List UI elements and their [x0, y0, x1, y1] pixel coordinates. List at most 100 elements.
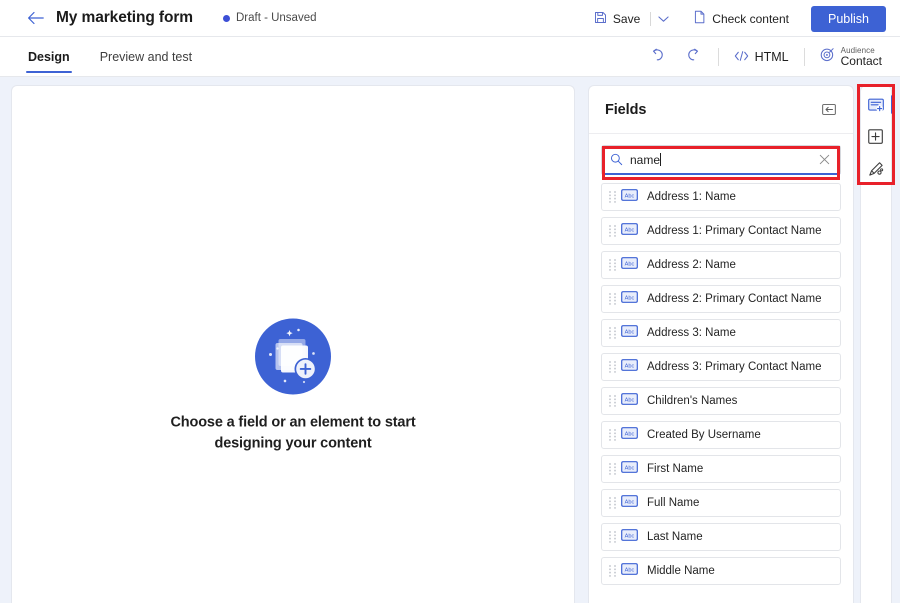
rail-button-fields[interactable] — [863, 92, 894, 118]
abc-text-field-icon: Abc — [621, 528, 638, 546]
drag-handle-icon[interactable] — [608, 292, 617, 306]
abc-text-field-icon: Abc — [621, 188, 638, 206]
style-brush-icon — [868, 161, 884, 177]
drag-handle-icon[interactable] — [608, 564, 617, 578]
field-label: Full Name — [647, 497, 700, 509]
svg-text:Abc: Abc — [625, 261, 635, 267]
svg-text:Abc: Abc — [625, 431, 635, 437]
tab-bar-actions: HTML Audience Contact — [643, 37, 900, 77]
field-label: Created By Username — [647, 429, 761, 441]
abc-text-field-icon: Abc — [621, 358, 638, 376]
list-item[interactable]: Abc Last Name — [601, 523, 841, 551]
right-icon-rail — [860, 85, 894, 603]
tab-bar: Design Preview and test HTML Audience Co… — [0, 37, 900, 77]
form-designer-app: My marketing form Draft - Unsaved Save C… — [0, 0, 900, 603]
document-page-icon — [693, 10, 706, 27]
top-header-bar: My marketing form Draft - Unsaved Save C… — [0, 0, 900, 37]
list-item[interactable]: Abc Address 2: Primary Contact Name — [601, 285, 841, 313]
canvas-empty-state: Choose a field or an element to start de… — [12, 317, 574, 454]
field-label: Last Name — [647, 531, 703, 543]
design-canvas[interactable]: Choose a field or an element to start de… — [11, 85, 575, 603]
save-options-button[interactable] — [653, 5, 673, 33]
redo-arrow-icon — [686, 48, 701, 67]
list-item[interactable]: Abc Address 3: Primary Contact Name — [601, 353, 841, 381]
toolbar-divider-1 — [717, 48, 719, 66]
svg-text:Abc: Abc — [625, 533, 635, 539]
field-label: Address 1: Primary Contact Name — [647, 225, 822, 237]
field-label: Address 2: Name — [647, 259, 736, 271]
save-split-divider — [650, 11, 652, 26]
list-item[interactable]: Abc Full Name — [601, 489, 841, 517]
search-input-value: name — [630, 153, 662, 167]
field-label: Address 2: Primary Contact Name — [647, 293, 822, 305]
list-item[interactable]: Abc First Name — [601, 455, 841, 483]
svg-text:Abc: Abc — [625, 329, 635, 335]
svg-text:Abc: Abc — [625, 465, 635, 471]
drag-handle-icon[interactable] — [608, 190, 617, 204]
fields-list[interactable]: Abc Address 1: Name Abc Address 1: Prima… — [589, 183, 853, 603]
status-dot-icon — [222, 14, 230, 22]
close-icon — [819, 154, 830, 165]
check-content-button[interactable]: Check content — [685, 5, 797, 33]
rail-button-elements[interactable] — [863, 124, 889, 150]
abc-text-field-icon: Abc — [621, 426, 638, 444]
list-item[interactable]: Abc Address 3: Name — [601, 319, 841, 347]
status-badge: Draft - Unsaved — [222, 12, 317, 24]
text-caret — [660, 153, 662, 166]
abc-text-field-icon: Abc — [621, 392, 638, 410]
audience-value: Contact — [840, 53, 882, 68]
fields-panel-header: Fields — [589, 86, 853, 134]
svg-text:Abc: Abc — [625, 227, 635, 233]
drag-handle-icon[interactable] — [608, 530, 617, 544]
svg-text:Abc: Abc — [625, 567, 635, 573]
audience-selector[interactable]: Audience Contact — [814, 41, 888, 73]
abc-text-field-icon: Abc — [621, 494, 638, 512]
check-content-label: Check content — [712, 11, 789, 26]
add-element-icon — [868, 129, 884, 145]
field-label: Middle Name — [647, 565, 715, 577]
list-item[interactable]: Abc Created By Username — [601, 421, 841, 449]
html-button[interactable]: HTML — [728, 43, 795, 71]
svg-text:Abc: Abc — [625, 193, 635, 199]
chevron-down-icon — [658, 10, 669, 28]
list-item[interactable]: Abc Address 2: Name — [601, 251, 841, 279]
search-icon — [610, 153, 623, 166]
list-item[interactable]: Abc Address 1: Name — [601, 183, 841, 211]
fields-panel: Fields name Abc Address 1: Name Abc Addr… — [588, 85, 854, 603]
floppy-disk-icon — [594, 11, 607, 27]
publish-button[interactable]: Publish — [811, 5, 886, 32]
empty-state-message: Choose a field or an element to start de… — [170, 414, 416, 452]
list-item[interactable]: Abc Children's Names — [601, 387, 841, 415]
drag-handle-icon[interactable] — [608, 394, 617, 408]
field-label: Children's Names — [647, 395, 738, 407]
svg-text:Abc: Abc — [625, 363, 635, 369]
drag-handle-icon[interactable] — [608, 462, 617, 476]
field-label: First Name — [647, 463, 704, 475]
collapse-panel-icon[interactable] — [822, 104, 836, 115]
page-title: My marketing form — [56, 9, 193, 26]
redo-button[interactable] — [679, 43, 709, 71]
undo-button[interactable] — [643, 43, 673, 71]
drag-handle-icon[interactable] — [608, 326, 617, 340]
toolbar-divider-2 — [803, 48, 805, 66]
tab-preview-and-test[interactable]: Preview and test — [98, 37, 194, 77]
drag-handle-icon[interactable] — [608, 428, 617, 442]
drag-handle-icon[interactable] — [608, 224, 617, 238]
arrow-left-icon — [27, 11, 44, 25]
drag-handle-icon[interactable] — [608, 360, 617, 374]
save-button[interactable]: Save — [586, 5, 648, 33]
abc-text-field-icon: Abc — [621, 290, 638, 308]
back-button[interactable] — [19, 2, 51, 34]
rail-button-styles[interactable] — [863, 156, 889, 182]
clear-search-button[interactable] — [816, 152, 832, 168]
drag-handle-icon[interactable] — [608, 258, 617, 272]
abc-text-field-icon: Abc — [621, 562, 638, 580]
list-item[interactable]: Abc Address 1: Primary Contact Name — [601, 217, 841, 245]
undo-arrow-icon — [650, 48, 665, 67]
list-item[interactable]: Abc Middle Name — [601, 557, 841, 585]
drag-handle-icon[interactable] — [608, 496, 617, 510]
search-input[interactable]: name — [601, 145, 841, 175]
html-label: HTML — [754, 50, 789, 64]
header-actions: Save Check content Publish — [586, 0, 900, 37]
tab-design[interactable]: Design — [26, 37, 72, 77]
